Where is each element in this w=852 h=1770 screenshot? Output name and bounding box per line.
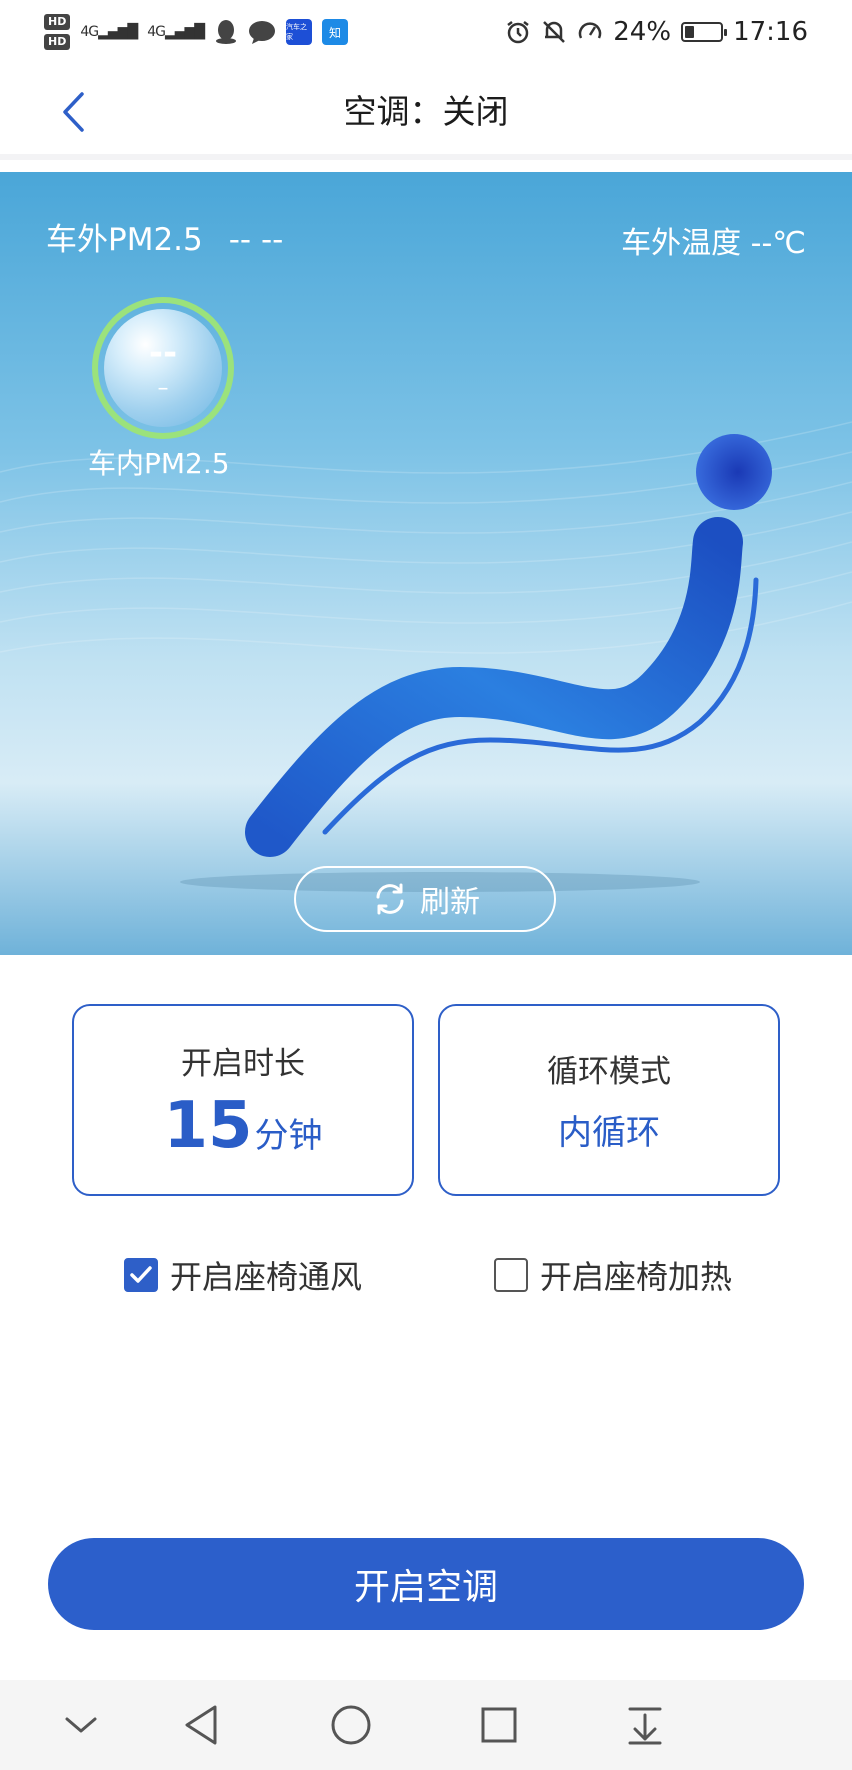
nav-recents-button[interactable] <box>474 1700 524 1750</box>
duration-value: 15 分钟 <box>163 1089 322 1163</box>
chevron-down-icon <box>65 1717 97 1733</box>
circulation-mode-value: 内循环 <box>558 1113 660 1153</box>
page-title: 空调：关闭 <box>343 92 509 131</box>
qq-icon <box>216 20 237 44</box>
seat-heating-option[interactable]: 开启座椅加热 <box>494 1252 732 1298</box>
duration-card[interactable]: 开启时长 15 分钟 <box>72 1004 414 1196</box>
inside-pm25-indicator: -- – <box>92 297 234 439</box>
status-bar: HD HD 4G▂▄▆█ 4G▂▄▆█ 汽车之家 知 24% 17:16 <box>0 0 852 64</box>
signal-icon-2: 4G▂▄▆█ <box>147 24 205 40</box>
data-saver-icon <box>579 22 602 39</box>
nav-notifications-button[interactable] <box>620 1700 670 1750</box>
inside-pm25-bubble: -- – <box>104 309 222 427</box>
circle-home-icon <box>331 1705 371 1745</box>
nav-collapse-button[interactable] <box>56 1700 106 1750</box>
network-type-2: 4G <box>147 24 166 40</box>
triangle-back-icon <box>185 1705 217 1745</box>
inside-pm25-level: – <box>157 376 169 401</box>
mute-icon <box>543 21 566 43</box>
inside-pm25-label: 车内PM2.5 <box>88 447 230 480</box>
zhihu-app-label: 知 <box>329 25 342 40</box>
clock: 17:16 <box>733 17 808 47</box>
autohome-app-icon: 汽车之家 <box>286 19 313 45</box>
seat-shape <box>245 517 743 857</box>
duration-number: 15 <box>163 1088 253 1163</box>
duration-label: 开启时长 <box>181 1045 305 1082</box>
hd-badge-2: HD <box>44 34 71 50</box>
hd-badge-1: HD <box>44 14 71 30</box>
nav-back-button[interactable] <box>176 1700 226 1750</box>
system-navigation-bar <box>0 1680 852 1770</box>
back-button[interactable] <box>48 82 98 142</box>
battery-icon <box>681 22 728 42</box>
status-left: HD HD 4G▂▄▆█ 4G▂▄▆█ 汽车之家 知 <box>44 14 349 50</box>
start-ac-button[interactable]: 开启空调 <box>48 1538 804 1630</box>
pull-down-icon <box>628 1707 662 1745</box>
autohome-app-label: 汽车之家 <box>286 23 308 41</box>
inside-pm25-value: -- <box>148 333 178 373</box>
hd-indicators: HD HD <box>44 14 71 50</box>
battery-level <box>685 26 695 38</box>
signal-icon-1: 4G▂▄▆█ <box>80 24 138 40</box>
nav-home-button[interactable] <box>326 1700 376 1750</box>
alarm-icon <box>507 21 530 44</box>
headrest-ball <box>696 434 772 510</box>
seat-ventilation-checkbox[interactable] <box>124 1258 158 1292</box>
chevron-left-icon <box>63 92 84 132</box>
refresh-icon <box>376 883 404 915</box>
network-type-1: 4G <box>80 24 99 40</box>
duration-unit: 分钟 <box>254 1115 323 1156</box>
circulation-mode-card[interactable]: 循环模式 内循环 <box>438 1004 780 1196</box>
outside-pm25-label: 车外PM2.5 <box>46 222 203 258</box>
chat-icon <box>249 21 276 44</box>
square-recents-icon <box>481 1707 517 1743</box>
hero-panel: 车外PM2.5 -- -- 车外温度 --℃ -- – 车内PM2.5 刷新 <box>0 172 852 955</box>
outside-pm25: 车外PM2.5 -- -- <box>46 214 283 259</box>
zhihu-app-icon: 知 <box>322 19 349 45</box>
seat-heating-checkbox[interactable] <box>494 1258 528 1292</box>
checkmark-icon <box>130 1266 152 1283</box>
air-conditioner-page: HD HD 4G▂▄▆█ 4G▂▄▆█ 汽车之家 知 24% 17:16 空调：… <box>0 0 852 1770</box>
battery-percent: 24% <box>613 17 672 47</box>
title-bar: 空调：关闭 <box>0 64 852 160</box>
outside-temperature: 车外温度 --℃ <box>621 226 806 261</box>
seat-ventilation-label: 开启座椅通风 <box>170 1258 363 1296</box>
refresh-label: 刷新 <box>420 885 480 920</box>
circulation-mode-label: 循环模式 <box>547 1054 671 1090</box>
status-right: 24% 17:16 <box>505 17 808 47</box>
refresh-button[interactable]: 刷新 <box>294 866 556 932</box>
seat-illustration <box>0 421 852 892</box>
seat-ventilation-option[interactable]: 开启座椅通风 <box>124 1252 362 1298</box>
seat-heating-label: 开启座椅加热 <box>540 1258 733 1296</box>
outside-pm25-value: -- -- <box>228 222 284 258</box>
